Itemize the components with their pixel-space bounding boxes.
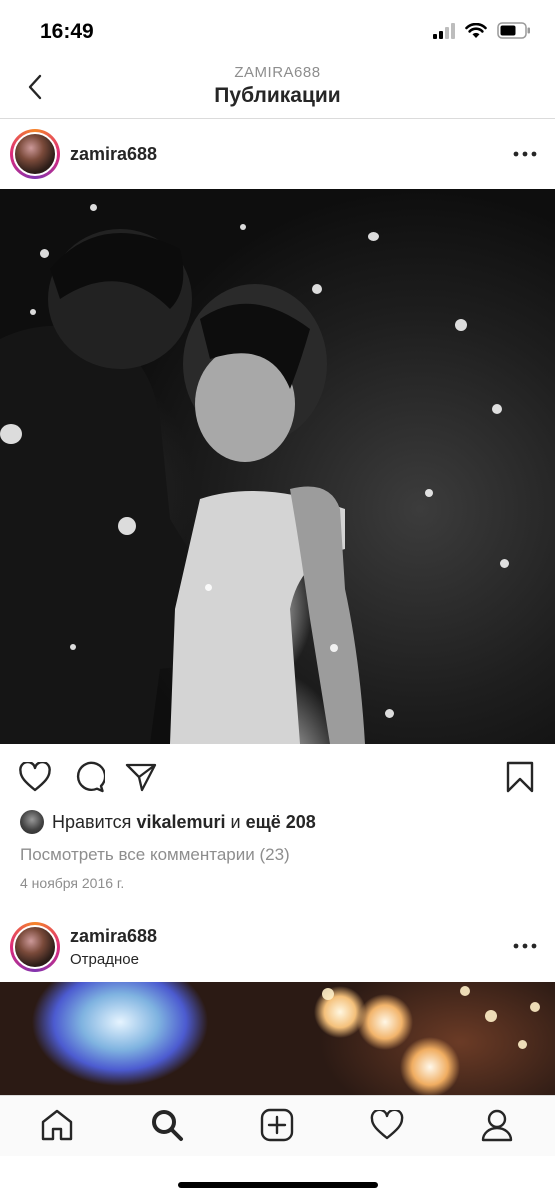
post-username[interactable]: zamira688 bbox=[70, 926, 157, 947]
post-header: zamira688 Отрадное bbox=[0, 912, 555, 982]
more-options-button[interactable] bbox=[513, 934, 537, 958]
photo-content bbox=[0, 229, 365, 744]
post-location[interactable]: Отрадное bbox=[70, 951, 139, 968]
post-actions bbox=[0, 752, 555, 802]
post-photo[interactable] bbox=[0, 189, 555, 744]
tab-home[interactable] bbox=[38, 1106, 76, 1144]
avatar[interactable] bbox=[10, 922, 60, 972]
tab-profile[interactable] bbox=[478, 1106, 516, 1144]
tab-activity[interactable] bbox=[368, 1106, 406, 1144]
page-title: Публикации bbox=[214, 84, 341, 107]
home-indicator[interactable] bbox=[178, 1182, 378, 1188]
likes-summary[interactable]: Нравится vikalemuri и ещё 208 bbox=[20, 808, 316, 836]
liker-username[interactable]: vikalemuri bbox=[136, 812, 225, 833]
more-options-button[interactable] bbox=[513, 142, 537, 166]
nav-header: ZAMIRA688 Публикации bbox=[0, 60, 555, 119]
avatar-image bbox=[13, 132, 57, 176]
post-date: 4 ноября 2016 г. bbox=[20, 875, 125, 891]
heart-icon bbox=[19, 762, 51, 792]
more-icon bbox=[513, 151, 537, 157]
likes-count[interactable]: ещё 208 bbox=[246, 812, 316, 833]
add-icon bbox=[260, 1108, 294, 1142]
post-username[interactable]: zamira688 bbox=[70, 144, 157, 165]
cellular-signal-icon bbox=[433, 22, 455, 39]
view-comments-link[interactable]: Посмотреть все комментарии (23) bbox=[20, 845, 290, 865]
comment-icon bbox=[76, 761, 105, 793]
more-icon bbox=[513, 943, 537, 949]
comment-button[interactable] bbox=[72, 760, 106, 794]
avatar-image bbox=[13, 925, 57, 969]
tab-bar bbox=[0, 1095, 555, 1156]
like-button[interactable] bbox=[18, 760, 52, 794]
tab-search[interactable] bbox=[148, 1106, 186, 1144]
search-icon bbox=[152, 1110, 183, 1141]
profile-icon bbox=[481, 1109, 513, 1142]
post-header: zamira688 bbox=[0, 119, 555, 189]
tab-new-post[interactable] bbox=[258, 1106, 296, 1144]
nav-subtitle: ZAMIRA688 bbox=[234, 64, 321, 81]
likes-prefix: Нравится bbox=[52, 811, 137, 832]
status-icons bbox=[433, 22, 531, 39]
status-time: 16:49 bbox=[40, 20, 94, 43]
battery-icon bbox=[497, 22, 530, 39]
bookmark-icon bbox=[506, 761, 534, 793]
status-bar: 16:49 bbox=[0, 0, 555, 60]
activity-heart-icon bbox=[370, 1110, 404, 1140]
liker-avatar bbox=[20, 810, 44, 834]
share-button[interactable] bbox=[124, 760, 158, 794]
likes-middle: и bbox=[225, 811, 246, 832]
post-photo[interactable] bbox=[0, 982, 555, 1095]
avatar[interactable] bbox=[10, 129, 60, 179]
send-icon bbox=[125, 763, 157, 792]
save-button[interactable] bbox=[503, 760, 537, 794]
wifi-icon bbox=[465, 22, 487, 38]
home-icon bbox=[41, 1109, 73, 1141]
